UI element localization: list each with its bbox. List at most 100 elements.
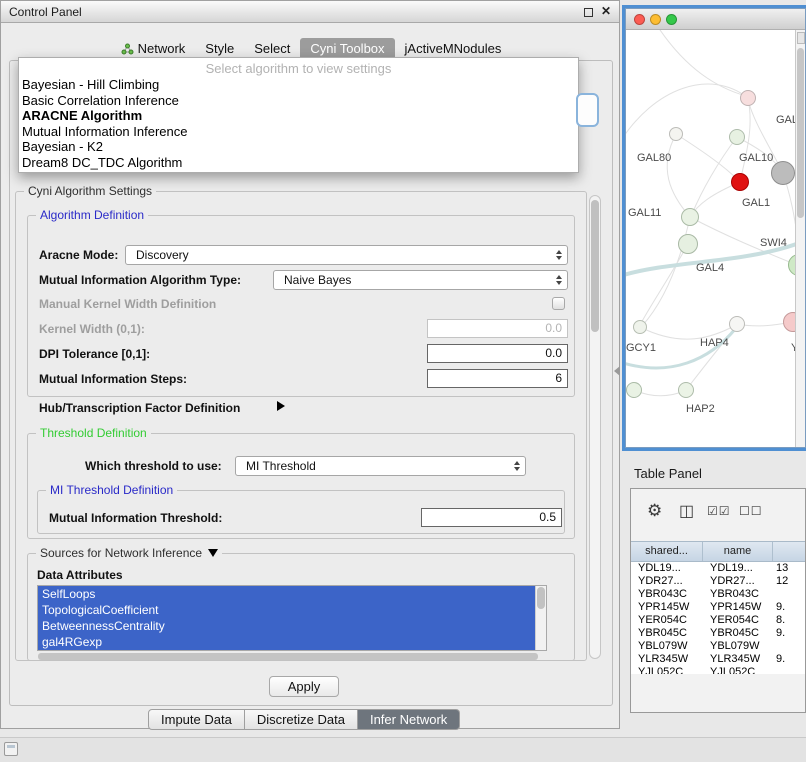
algorithm-option-basic-correlation-inference[interactable]: Basic Correlation Inference — [19, 93, 578, 109]
scrollbar-button[interactable] — [797, 32, 805, 44]
apply-button[interactable]: Apply — [269, 676, 339, 697]
bottom-tab-discretize-data[interactable]: Discretize Data — [245, 709, 358, 730]
cell: YBL079W — [631, 640, 703, 653]
network-node[interactable] — [626, 382, 642, 398]
attribute-list-scrollbar[interactable] — [535, 586, 546, 650]
data-attributes-label: Data Attributes — [37, 568, 123, 582]
aracne-mode-combo[interactable]: Discovery — [125, 245, 568, 265]
cell — [773, 666, 805, 674]
network-node[interactable] — [740, 90, 756, 106]
close-icon[interactable]: ✕ — [601, 4, 611, 18]
network-node[interactable] — [678, 382, 694, 398]
cell: YDL19... — [703, 562, 773, 575]
mi-steps-field[interactable]: 6 — [427, 369, 568, 388]
table-row[interactable]: YDL19...YDL19...13 — [631, 562, 805, 575]
bottom-tab-impute-data[interactable]: Impute Data — [148, 709, 245, 730]
attribute-item-selfloops[interactable]: SelfLoops — [38, 586, 546, 602]
node-label-gal11: GAL11 — [628, 207, 661, 219]
attribute-item-topologicalcoefficient[interactable]: TopologicalCoefficient — [38, 602, 546, 618]
columns-icon[interactable]: ◫ — [679, 501, 694, 521]
scrollbar-thumb[interactable] — [591, 200, 599, 332]
cell: 13 — [773, 562, 805, 575]
table-row[interactable]: YBL079WYBL079W — [631, 640, 805, 653]
manual-kernel-width-checkbox[interactable] — [552, 297, 565, 310]
column-header-2[interactable] — [773, 542, 805, 561]
kernel-width-field[interactable]: 0.0 — [427, 319, 568, 338]
dpi-tolerance-field[interactable]: 0.0 — [427, 344, 568, 363]
network-canvas[interactable]: GALGAL80GAL10GAL1GAL11SWI4GAL4GCY1HAP4YH… — [626, 30, 795, 447]
network-node[interactable] — [681, 208, 699, 226]
combo-arrows-icon — [514, 461, 520, 471]
combo-value: Discovery — [136, 248, 189, 262]
mi-algorithm-type-combo[interactable]: Naive Bayes — [273, 270, 568, 290]
table-row[interactable]: YJL052CYJL052C — [631, 666, 805, 674]
network-node[interactable] — [729, 129, 745, 145]
cell: 9. — [773, 627, 805, 640]
settings-scrollbar[interactable] — [589, 195, 601, 659]
algorithm-option-bayesian-hill-climbing[interactable]: Bayesian - Hill Climbing — [19, 77, 578, 93]
column-header-shared[interactable]: shared... — [631, 542, 703, 561]
table-row[interactable]: YPR145WYPR145W9. — [631, 601, 805, 614]
network-node[interactable] — [633, 320, 647, 334]
algorithm-dropdown-popup: Select algorithm to view settings Bayesi… — [18, 57, 579, 173]
network-node[interactable] — [771, 161, 795, 185]
network-node[interactable] — [731, 173, 749, 191]
manual-kernel-width-label: Manual Kernel Width Definition — [39, 297, 216, 311]
data-attributes-list[interactable]: SelfLoopsTopologicalCoefficientBetweenne… — [37, 585, 547, 651]
cell: YER054C — [631, 614, 703, 627]
table-row[interactable]: YBR043CYBR043C — [631, 588, 805, 601]
deselect-all-icon[interactable]: ☐☐ — [739, 504, 763, 518]
node-label-gal4: GAL4 — [696, 262, 724, 274]
window-close-button[interactable] — [634, 14, 645, 25]
mi-algorithm-type-label: Mutual Information Algorithm Type: — [39, 273, 241, 287]
table-panel-window: ⚙ ◫ ☑☑ ☐☐ shared...name YDL19...YDL19...… — [630, 488, 806, 713]
algorithm-option-aracne-algorithm[interactable]: ARACNE Algorithm — [19, 108, 578, 124]
algorithm-option-dream8-dc-tdc-algorithm[interactable]: Dream8 DC_TDC Algorithm — [19, 155, 578, 171]
hub-definition-label[interactable]: Hub/Transcription Factor Definition — [39, 401, 240, 415]
table-row[interactable]: YLR345WYLR345W9. — [631, 653, 805, 666]
bottom-tab-bar: Impute DataDiscretize DataInfer Network — [148, 709, 460, 730]
network-icon — [121, 43, 134, 55]
which-threshold-combo[interactable]: MI Threshold — [235, 456, 526, 476]
cell: YBL079W — [703, 640, 773, 653]
group-title: Cyni Algorithm Settings — [24, 184, 156, 198]
attribute-item-betweennesscentrality[interactable]: BetweennessCentrality — [38, 618, 546, 634]
node-label-hap4: HAP4 — [700, 337, 729, 349]
network-view-window: GALGAL80GAL10GAL1GAL11SWI4GAL4GCY1HAP4YH… — [625, 8, 806, 448]
cell: 12 — [773, 575, 805, 588]
bottom-tab-infer-network[interactable]: Infer Network — [358, 709, 460, 730]
expand-right-icon[interactable] — [277, 401, 285, 411]
network-node[interactable] — [729, 316, 745, 332]
column-header-name[interactable]: name — [703, 542, 773, 561]
table-row[interactable]: YBR045CYBR045C9. — [631, 627, 805, 640]
algorithm-option-bayesian-k2[interactable]: Bayesian - K2 — [19, 139, 578, 155]
cell: YJL052C — [631, 666, 703, 674]
table-toolbar: ⚙ ◫ ☑☑ ☐☐ — [631, 489, 805, 539]
mi-threshold-label: Mutual Information Threshold: — [49, 511, 222, 525]
algorithm-option-mutual-information-inference[interactable]: Mutual Information Inference — [19, 124, 578, 140]
attribute-list-hscrollbar-thumb[interactable] — [38, 653, 538, 660]
window-zoom-button[interactable] — [666, 14, 677, 25]
sources-title[interactable]: Sources for Network Inference — [40, 546, 202, 560]
network-window-titlebar[interactable] — [626, 9, 805, 30]
control-panel-titlebar[interactable]: Control Panel ✕ — [1, 1, 619, 23]
float-window-icon[interactable] — [584, 8, 593, 17]
mi-threshold-field[interactable]: 0.5 — [421, 508, 562, 527]
attribute-item-gal4rgexp[interactable]: gal4RGexp — [38, 634, 546, 650]
table-row[interactable]: YER054CYER054C8. — [631, 614, 805, 627]
network-node[interactable] — [669, 127, 683, 141]
scrollbar-thumb[interactable] — [797, 48, 804, 218]
scrollbar-thumb[interactable] — [537, 587, 545, 609]
collapse-down-icon[interactable] — [208, 549, 218, 557]
panel-splitter-handle[interactable] — [614, 366, 620, 376]
gear-icon[interactable]: ⚙ — [647, 501, 662, 521]
node-label-gal10: GAL10 — [739, 152, 773, 164]
dropdown-placeholder: Select algorithm to view settings — [19, 60, 578, 77]
window-minimize-button[interactable] — [650, 14, 661, 25]
select-all-icon[interactable]: ☑☑ — [707, 504, 731, 518]
aracne-mode-label: Aracne Mode: — [39, 248, 118, 262]
network-scrollbar[interactable] — [795, 30, 805, 447]
network-node[interactable] — [678, 234, 698, 254]
panel-toggle-icon[interactable] — [4, 742, 18, 756]
table-row[interactable]: YDR27...YDR27...12 — [631, 575, 805, 588]
